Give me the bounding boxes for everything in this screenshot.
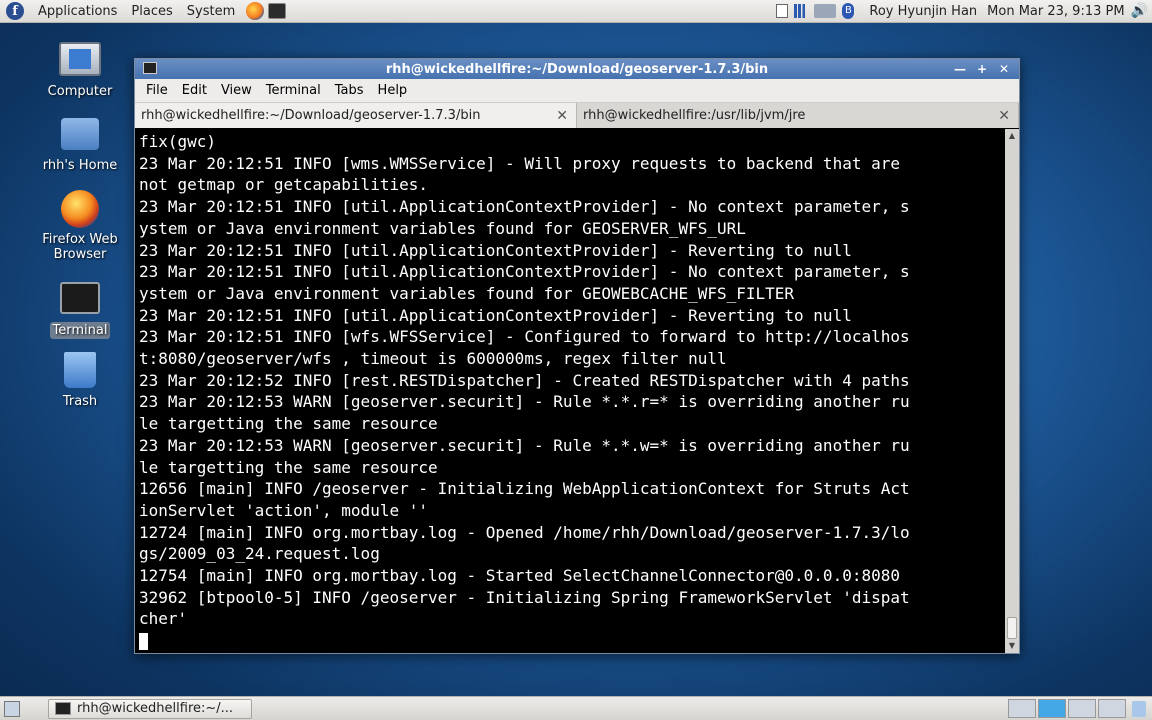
scroll-down-icon[interactable]: ▼	[1005, 639, 1019, 653]
volume-icon[interactable]: 🔊	[1131, 3, 1148, 19]
show-desktop-icon[interactable]	[4, 700, 20, 717]
top-panel: f Applications Places System B Roy Hyunj…	[0, 0, 1152, 23]
trash-applet-icon[interactable]	[1132, 700, 1146, 717]
terminal-line: 23 Mar 20:12:52 INFO [rest.RESTDispatche…	[139, 370, 910, 390]
window-titlebar[interactable]: rhh@wickedhellfire:~/Download/geoserver-…	[135, 59, 1019, 79]
terminal-line: 23 Mar 20:12:51 INFO [util.ApplicationCo…	[139, 240, 852, 260]
desktop-icon-terminal[interactable]: Terminal	[35, 282, 125, 339]
terminal-line: 23 Mar 20:12:51 INFO [util.ApplicationCo…	[139, 262, 910, 282]
home-folder-icon	[61, 118, 99, 150]
menu-help[interactable]: Help	[371, 83, 415, 98]
window-title: rhh@wickedhellfire:~/Download/geoserver-…	[385, 61, 769, 77]
user-name[interactable]: Roy Hyunjin Han	[869, 4, 977, 19]
tab-close-icon[interactable]: ✕	[556, 108, 568, 124]
taskbar-label: rhh@wickedhellfire:~/...	[77, 701, 234, 716]
desktop-icon-label: Terminal	[49, 322, 111, 339]
signal-icon[interactable]	[794, 4, 809, 18]
menu-view[interactable]: View	[214, 83, 259, 98]
top-panel-tray: B Roy Hyunjin Han Mon Mar 23, 9:13 PM 🔊	[773, 0, 1148, 22]
taskbar-terminal-button[interactable]: rhh@wickedhellfire:~/...	[48, 698, 252, 719]
terminal-line: gs/2009_03_24.request.log	[139, 544, 380, 564]
menu-tabs[interactable]: Tabs	[328, 83, 371, 98]
terminal-line: 23 Mar 20:12:53 WARN [geoserver.securit]…	[139, 392, 910, 412]
terminal-window[interactable]: rhh@wickedhellfire:~/Download/geoserver-…	[134, 58, 1020, 654]
desktop-icon-computer[interactable]: Computer	[35, 42, 125, 99]
terminal-line: 23 Mar 20:12:51 INFO [wms.WMSService] - …	[139, 153, 900, 173]
tab-label: rhh@wickedhellfire:~/Download/geoserver-…	[141, 108, 481, 123]
close-icon[interactable]: ✕	[995, 61, 1013, 77]
terminal-line: ystem or Java environment variables foun…	[139, 218, 746, 238]
terminal-line: t:8080/geoserver/wfs , timeout is 600000…	[139, 349, 727, 369]
desktop-icon-label: rhh's Home	[42, 158, 118, 173]
tab-label: rhh@wickedhellfire:/usr/lib/jvm/jre	[583, 108, 806, 123]
trash-icon	[64, 352, 96, 388]
terminal-line: 32962 [btpool0-5] INFO /geoserver - Init…	[139, 587, 910, 607]
window-menu-icon[interactable]	[143, 62, 157, 74]
cursor-block	[139, 633, 148, 651]
firefox-icon	[61, 190, 99, 228]
scrollbar[interactable]: ▲ ▼	[1005, 129, 1019, 653]
menu-file[interactable]: File	[139, 83, 175, 98]
maximize-icon[interactable]: +	[973, 61, 991, 77]
bottom-panel: rhh@wickedhellfire:~/...	[0, 696, 1152, 720]
terminal-line: fix(gwc)	[139, 132, 217, 151]
terminal-line: le targetting the same resource	[139, 457, 438, 477]
bluetooth-icon[interactable]: B	[842, 3, 855, 19]
tab-bar: rhh@wickedhellfire:~/Download/geoserver-…	[135, 103, 1019, 128]
desktop-icon-label: Firefox Web Browser	[42, 232, 118, 262]
workspace-4[interactable]	[1098, 699, 1126, 718]
fedora-logo-icon[interactable]: f	[6, 2, 24, 20]
firefox-launcher-icon[interactable]	[246, 2, 265, 20]
terminal-line: 23 Mar 20:12:51 INFO [wfs.WFSService] - …	[139, 327, 910, 347]
minimize-icon[interactable]: —	[951, 61, 969, 77]
clipboard-icon[interactable]	[776, 4, 789, 18]
menu-applications[interactable]: Applications	[31, 4, 124, 19]
terminal-line: 23 Mar 20:12:53 WARN [geoserver.securit]…	[139, 435, 910, 455]
workspace-1[interactable]	[1008, 699, 1036, 718]
terminal-line: 23 Mar 20:12:51 INFO [util.ApplicationCo…	[139, 305, 852, 325]
terminal-line: 12724 [main] INFO org.mortbay.log - Open…	[139, 522, 910, 542]
workspace-3[interactable]	[1068, 699, 1096, 718]
terminal-line: ionServlet 'action', module ''	[139, 500, 428, 520]
terminal-icon	[60, 282, 100, 314]
scroll-thumb[interactable]	[1007, 617, 1017, 639]
tab-jre[interactable]: rhh@wickedhellfire:/usr/lib/jvm/jre ✕	[577, 103, 1019, 128]
terminal-launcher-icon[interactable]	[268, 3, 287, 19]
desktop-icon-firefox[interactable]: Firefox Web Browser	[35, 190, 125, 262]
clock[interactable]: Mon Mar 23, 9:13 PM	[987, 4, 1124, 19]
menu-places[interactable]: Places	[124, 4, 179, 19]
terminal-output[interactable]: fix(gwc) 23 Mar 20:12:51 INFO [wms.WMSSer…	[135, 129, 1005, 653]
network-icon[interactable]	[814, 4, 837, 18]
terminal-line: ystem or Java environment variables foun…	[139, 283, 795, 303]
terminal-line: 12656 [main] INFO /geoserver - Initializ…	[139, 479, 910, 499]
terminal-line: 12754 [main] INFO org.mortbay.log - Star…	[139, 566, 900, 586]
scroll-up-icon[interactable]: ▲	[1005, 129, 1019, 143]
terminal-line: cher'	[139, 609, 188, 629]
menu-system[interactable]: System	[180, 4, 242, 19]
workspace-2[interactable]	[1038, 699, 1066, 718]
terminal-cursor	[139, 630, 1005, 652]
menu-edit[interactable]: Edit	[175, 83, 214, 98]
tab-geoserver[interactable]: rhh@wickedhellfire:~/Download/geoserver-…	[135, 103, 577, 128]
terminal-line: 23 Mar 20:12:51 INFO [util.ApplicationCo…	[139, 197, 910, 217]
menu-terminal[interactable]: Terminal	[259, 83, 328, 98]
desktop-icon-label: Trash	[62, 394, 98, 409]
terminal-line: le targetting the same resource	[139, 414, 438, 434]
terminal-line: not getmap or getcapabilities.	[139, 175, 428, 195]
desktop-icon-label: Computer	[47, 84, 113, 99]
terminal-icon	[55, 702, 71, 715]
tab-close-icon[interactable]: ✕	[998, 108, 1010, 124]
desktop-icon-trash[interactable]: Trash	[35, 352, 125, 409]
computer-icon	[59, 42, 101, 76]
desktop-icon-home[interactable]: rhh's Home	[35, 118, 125, 173]
menubar: File Edit View Terminal Tabs Help	[135, 79, 1019, 103]
